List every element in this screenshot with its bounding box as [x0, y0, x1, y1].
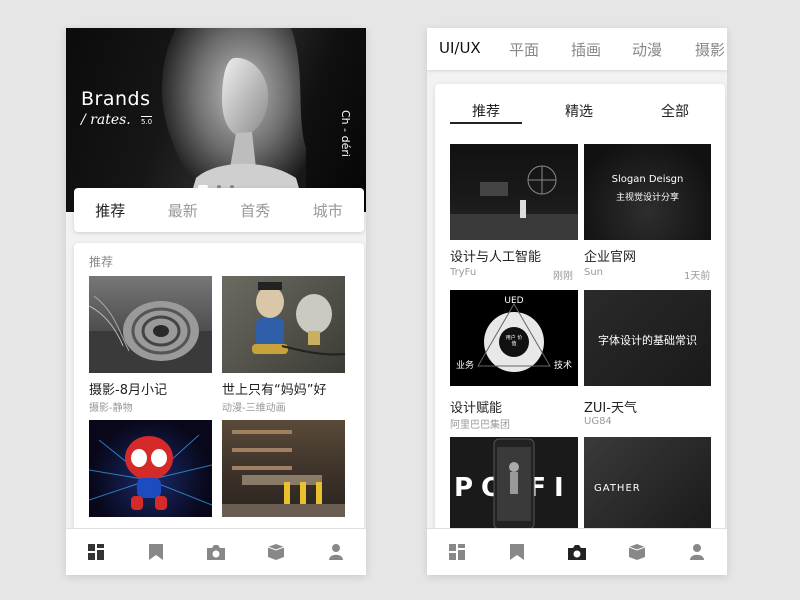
- item-thumbnail-cartoon[interactable]: [222, 276, 345, 373]
- recommend-feed: 推荐 摄影-8月小记 摄影-静物 世上只有“妈妈”好 动漫-三维动画: [74, 243, 364, 575]
- item-thumbnail-kitchen[interactable]: [222, 420, 345, 517]
- camera-icon[interactable]: [565, 540, 589, 564]
- item-subtitle: 动漫-三维动画: [222, 403, 286, 414]
- hay-bale-image: [89, 295, 212, 373]
- work-thumbnail-pofi[interactable]: PO FI: [450, 437, 578, 533]
- work-thumbnail-stage[interactable]: [450, 144, 578, 240]
- work-time: 刚刚: [553, 271, 573, 282]
- work-thumbnail-typography[interactable]: 字体设计的基础常识: [584, 290, 711, 386]
- hero-tagline: / rates.: [81, 112, 131, 128]
- section-label: 推荐: [89, 255, 114, 269]
- work-title[interactable]: 设计与人工智能: [450, 246, 541, 265]
- phone-mockup: [493, 438, 535, 530]
- category-bar: UI/UX 平面 插画 动漫 摄影: [427, 28, 727, 70]
- work-author: UG84: [584, 416, 612, 427]
- grid-icon[interactable]: [84, 540, 108, 564]
- cartoon-bulb-image: [252, 282, 345, 356]
- spiderman-image: [89, 434, 212, 510]
- bookmark-icon[interactable]: [144, 540, 168, 564]
- grid-icon[interactable]: [445, 540, 469, 564]
- item-title[interactable]: 世上只有“妈妈”好: [222, 379, 326, 398]
- hero-banner[interactable]: Brands / rates. 5.0 Ch - déri: [66, 28, 366, 212]
- item-title[interactable]: 摄影-8月小记: [89, 379, 167, 398]
- item-thumbnail-spiderman[interactable]: [89, 420, 212, 517]
- work-thumbnail-ued[interactable]: UED 用户 价值 业务 技术: [450, 290, 578, 386]
- user-icon[interactable]: [324, 540, 348, 564]
- work-thumbnail-slogan[interactable]: Slogan Deisgn 主视觉设计分享: [584, 144, 711, 240]
- work-title[interactable]: 企业官网: [584, 246, 636, 265]
- subtab-indicator: [450, 122, 522, 124]
- work-author: 阿里巴巴集团: [450, 420, 510, 431]
- ued-top-label: UED: [504, 296, 524, 306]
- bookmark-icon[interactable]: [505, 540, 529, 564]
- category-ui-ux[interactable]: UI/UX: [439, 39, 481, 57]
- box-icon[interactable]: [264, 540, 288, 564]
- stage-image: [450, 165, 578, 240]
- right-screen: UI/UX 平面 插画 动漫 摄影 推荐 精选 全部 设计与人工智能 TryFu…: [427, 28, 727, 575]
- category-graphic[interactable]: 平面: [509, 39, 539, 60]
- camera-icon[interactable]: [204, 540, 228, 564]
- category-animation[interactable]: 动漫: [632, 39, 662, 60]
- work-title[interactable]: 设计赋能: [450, 397, 502, 416]
- item-thumbnail-hay[interactable]: [89, 276, 212, 373]
- hero-brand-text: Brands: [81, 88, 151, 110]
- subtab-all[interactable]: 全部: [661, 101, 689, 121]
- work-author: TryFu: [450, 267, 477, 278]
- tab-debut[interactable]: 首秀: [240, 200, 270, 221]
- hero-side-text: Ch - déri: [339, 110, 352, 157]
- ued-right-label: 技术: [553, 361, 572, 371]
- work-thumbnail-gather[interactable]: GATHER: [584, 437, 711, 533]
- thumb-slogan-subtitle: 主视觉设计分享: [615, 193, 679, 203]
- bottom-nav: [66, 528, 366, 575]
- ued-left-label: 业务: [456, 361, 475, 371]
- work-author: Sun: [584, 267, 604, 278]
- category-illustration[interactable]: 插画: [571, 39, 601, 60]
- subtab-featured[interactable]: 精选: [565, 101, 593, 121]
- works-card: 推荐 精选 全部 设计与人工智能 TryFu 刚刚 Slogan Deisgn …: [435, 84, 725, 575]
- user-icon[interactable]: [685, 540, 709, 564]
- category-photography[interactable]: 摄影: [695, 39, 725, 60]
- tab-city[interactable]: 城市: [313, 200, 343, 221]
- subtab-recommend[interactable]: 推荐: [472, 101, 500, 121]
- category-tabs: 推荐 最新 首秀 城市: [74, 188, 364, 232]
- work-title[interactable]: ZUI-天气: [584, 397, 637, 416]
- hero-version: 5.0: [141, 116, 153, 126]
- thumb-slogan-title: Slogan Deisgn: [611, 174, 684, 185]
- kitchen-image: [222, 430, 345, 517]
- tab-latest[interactable]: 最新: [168, 200, 198, 221]
- ued-center-label: 用户 价值: [505, 335, 523, 347]
- thumb-typography-title: 字体设计的基础常识: [598, 334, 697, 347]
- bottom-nav: [427, 528, 727, 575]
- left-screen: Brands / rates. 5.0 Ch - déri 推荐 最新 首秀 城…: [66, 28, 366, 575]
- box-icon[interactable]: [625, 540, 649, 564]
- work-time: 1天前: [684, 271, 711, 282]
- item-subtitle: 摄影-静物: [89, 403, 133, 414]
- thumb-gather-text: GATHER: [594, 483, 641, 494]
- tab-recommend[interactable]: 推荐: [95, 200, 125, 221]
